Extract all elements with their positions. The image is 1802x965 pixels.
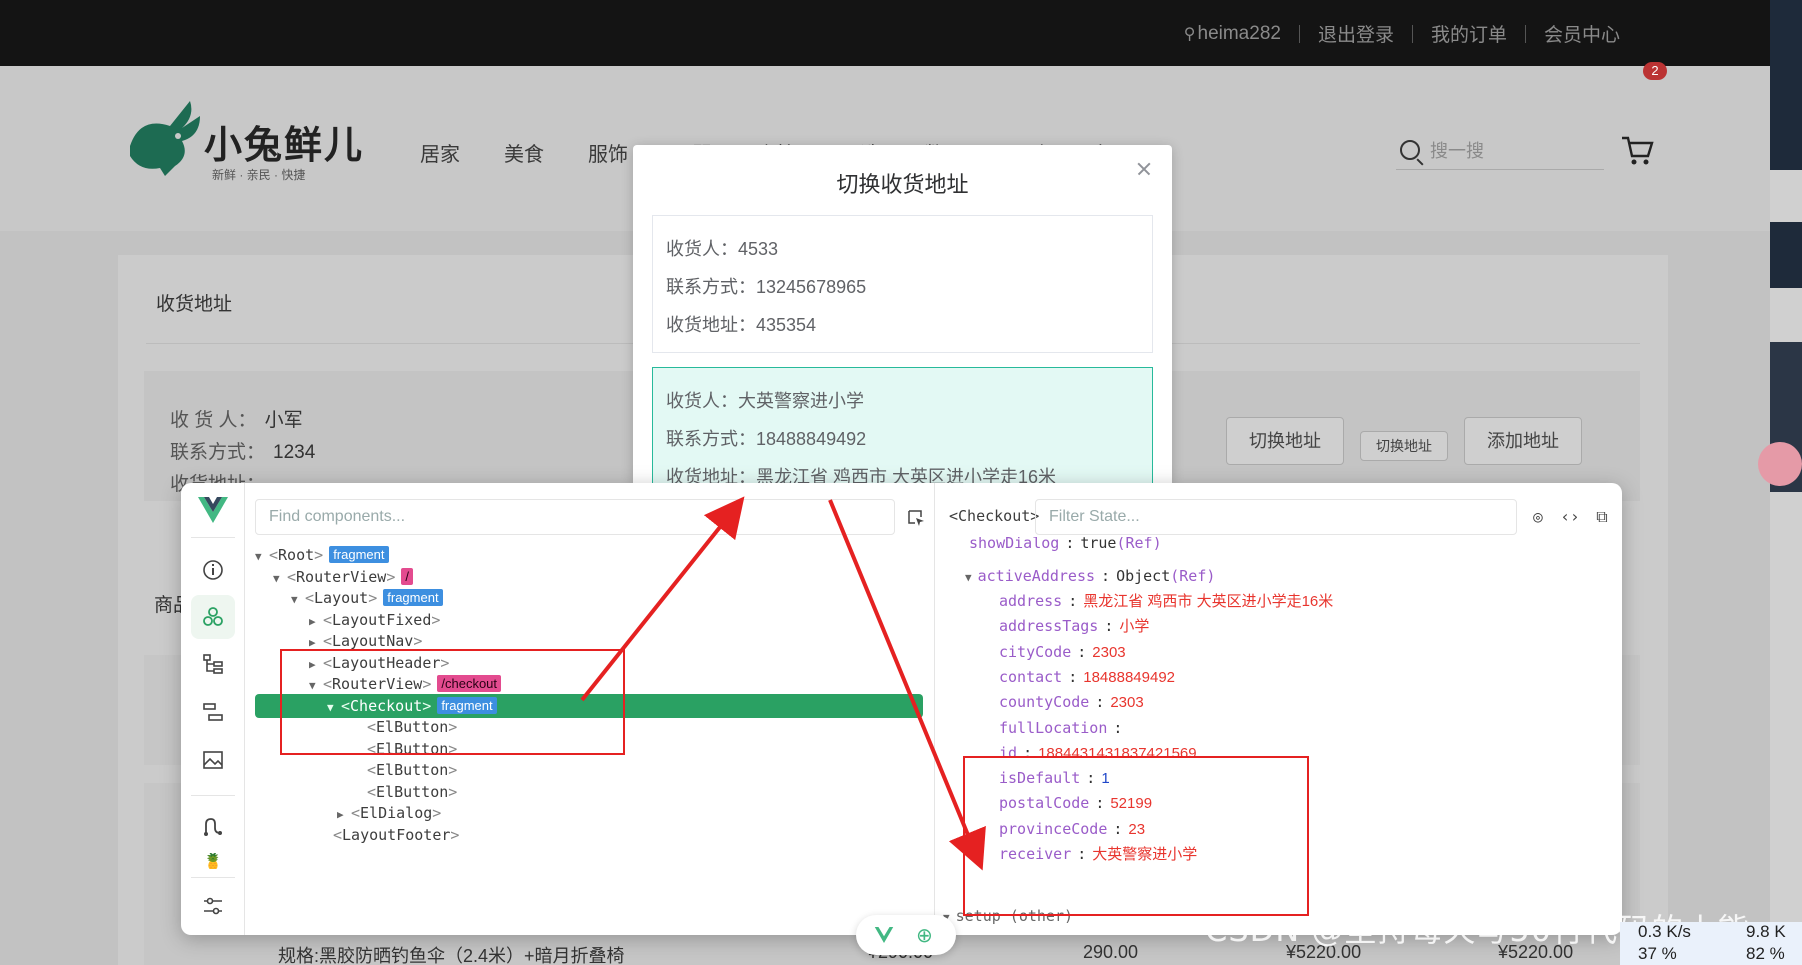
devtools-toggle-bar[interactable]: ⊕ — [856, 915, 956, 955]
annotation-arrows — [580, 496, 986, 871]
system-monitor: 0.3 K/s 9.8 K 37 % 82 % — [1620, 922, 1802, 965]
target-icon[interactable]: ⊕ — [916, 923, 933, 948]
vue-logo-icon — [874, 927, 894, 943]
